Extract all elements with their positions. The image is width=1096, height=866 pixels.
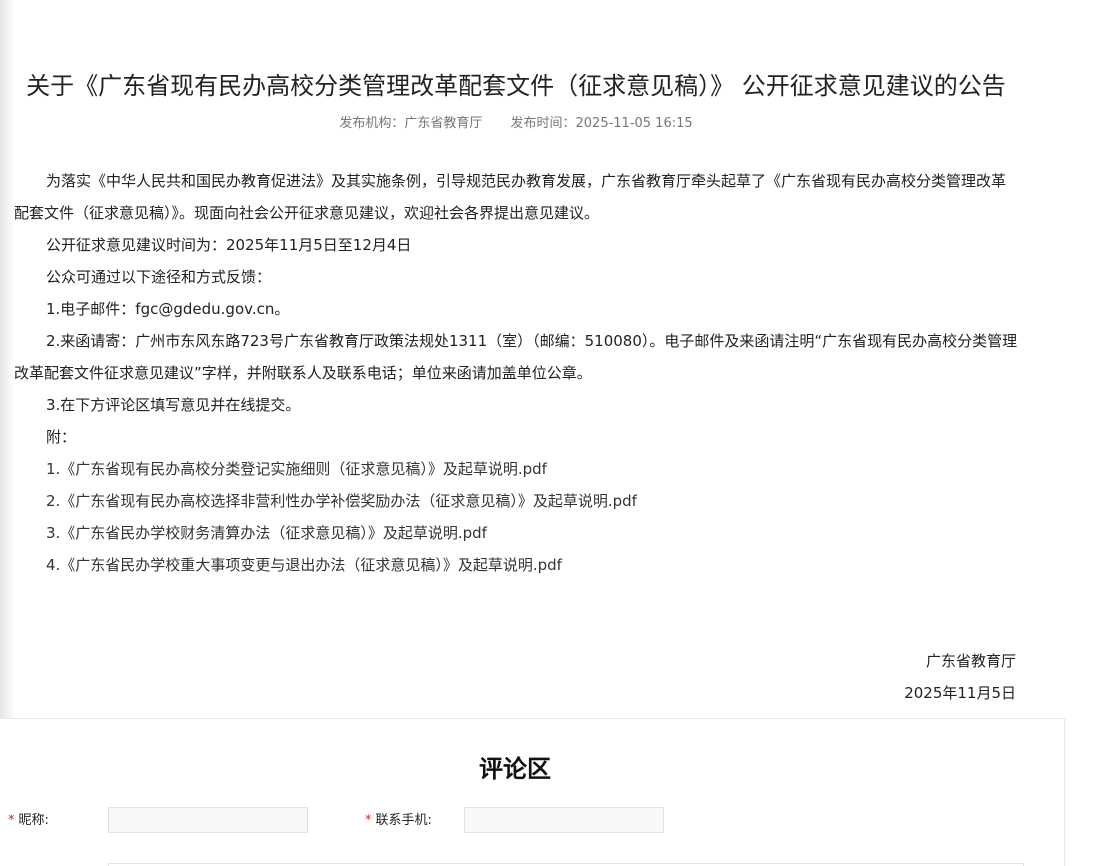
nickname-label: * 昵称:: [8, 807, 49, 835]
signature-date: 2025年11月5日: [904, 684, 1016, 702]
paragraph-intro: 为落实《中华人民共和国民办教育促进法》及其实施条例，引导规范民办教育发展，广东省…: [14, 172, 1007, 222]
attachment-link-4[interactable]: 4.《广东省民办学校重大事项变更与退出办法（征求意见稿）》及起草说明.pdf: [14, 549, 1018, 581]
phone-label-text: 联系手机:: [375, 813, 432, 828]
nickname-input[interactable]: [108, 807, 308, 833]
paragraph-channels: 公众可通过以下途径和方式反馈：: [46, 268, 272, 286]
attachment-link-3[interactable]: 3.《广东省民办学校财务清算办法（征求意见稿）》及起草说明.pdf: [14, 517, 1018, 549]
required-mark: *: [8, 813, 15, 828]
comment-section-title: 评论区: [479, 755, 551, 783]
paragraph-period: 公开征求意见建议时间为：2025年11月5日至12月4日: [46, 236, 412, 254]
phone-input[interactable]: [464, 807, 664, 833]
paragraph-email: 1.电子邮件：fgc@gdedu.gov.cn。: [46, 300, 290, 318]
attachment-link-2[interactable]: 2.《广东省现有民办高校选择非营利性办学补偿奖励办法（征求意见稿）》及起草说明.…: [14, 485, 1018, 517]
paragraph-attachments-heading: 附：: [46, 428, 77, 446]
comment-section: 评论区 * 昵称: * 联系手机:: [0, 718, 1065, 866]
article-title: 关于《广东省现有民办高校分类管理改革配套文件（征求意见稿）》 公开征求意见建议的…: [26, 72, 1006, 100]
signature-org: 广东省教育厅: [925, 652, 1016, 670]
article-body: 为落实《中华人民共和国民办教育促进法》及其实施条例，引导规范民办教育发展，广东省…: [14, 165, 1018, 581]
attachment-link-1[interactable]: 1.《广东省现有民办高校分类登记实施细则（征求意见稿）》及起草说明.pdf: [14, 453, 1018, 485]
required-mark: *: [365, 813, 372, 828]
publisher-text: 发布机构：广东省教育厅: [339, 116, 483, 131]
page: 关于《广东省现有民办高校分类管理改革配套文件（征求意见稿）》 公开征求意见建议的…: [0, 0, 1096, 866]
paragraph-mail: 2.来函请寄：广州市东风东路723号广东省教育厅政策法规处1311（室）（邮编：…: [14, 332, 1018, 382]
nickname-label-text: 昵称:: [18, 813, 49, 828]
article-signature: 广东省教育厅 2025年11月5日: [904, 645, 1016, 709]
paragraph-online: 3.在下方评论区填写意见并在线提交。: [46, 396, 301, 414]
phone-label: * 联系手机:: [365, 807, 432, 835]
publish-time-text: 发布时间：2025-11-05 16:15: [510, 116, 693, 131]
article-meta: 发布机构：广东省教育厅 发布时间：2025-11-05 16:15: [0, 113, 1032, 135]
